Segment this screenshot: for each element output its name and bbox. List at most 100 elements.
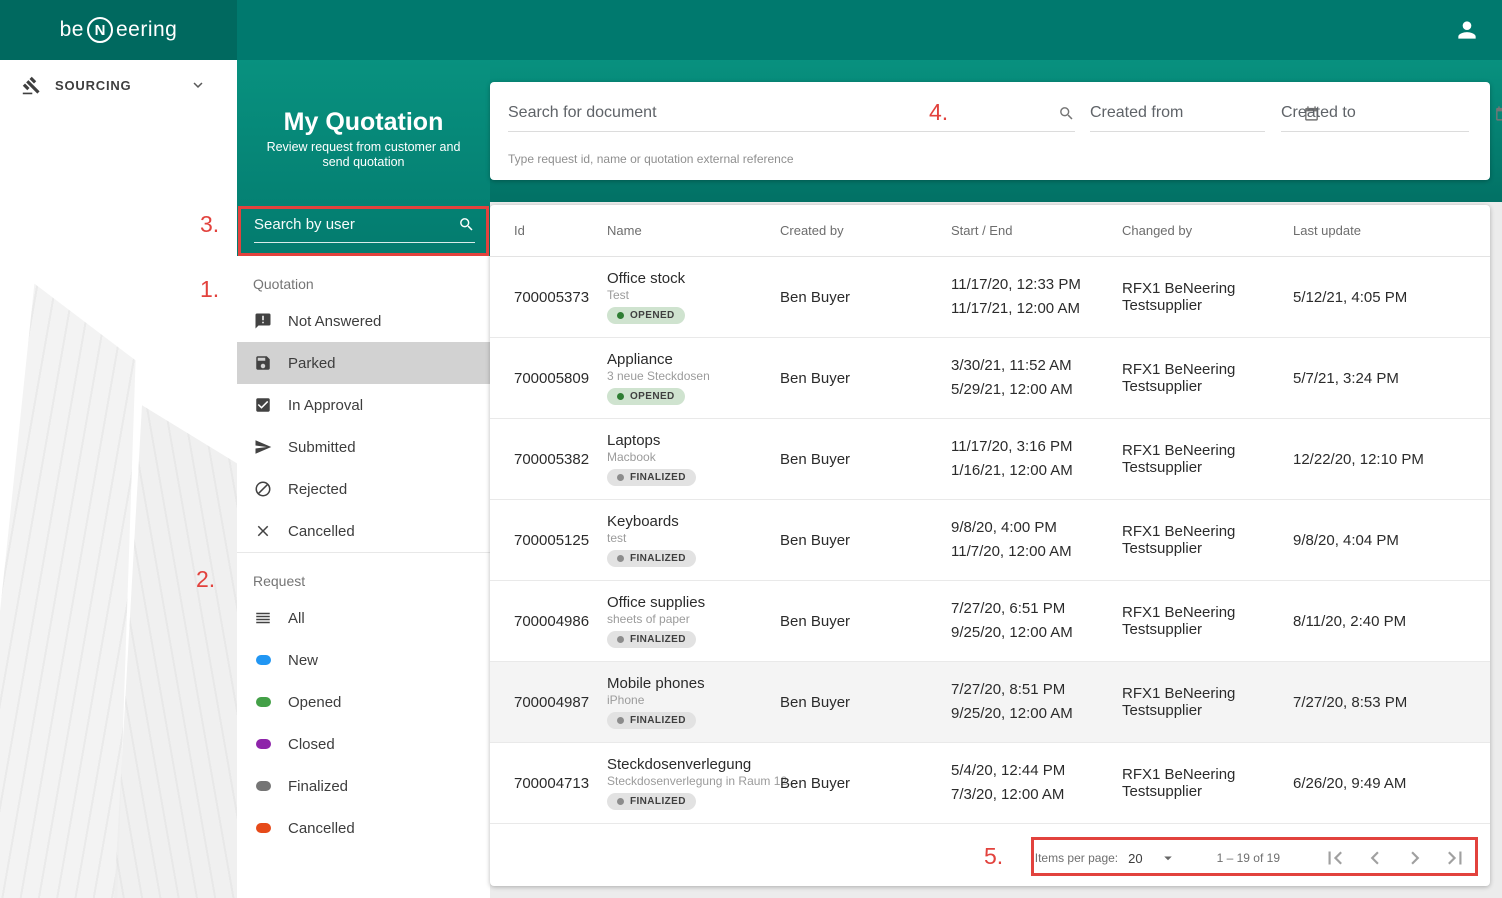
quotation-request-menu: Quotation Not Answered Parked In Approva…	[237, 256, 490, 898]
menu-item-parked[interactable]: Parked	[237, 342, 490, 384]
logo-text-post: eering	[116, 18, 177, 42]
row-subtitle: Steckdosenverlegung in Raum 12...	[607, 774, 780, 788]
document-search-input[interactable]	[508, 104, 1052, 122]
status-badge: FINALIZED	[607, 469, 696, 486]
status-pill-icon	[253, 818, 273, 838]
cell-created-by: Ben Buyer	[780, 532, 951, 549]
items-per-page-select[interactable]: 20	[1128, 849, 1176, 867]
page-subtitle: Review request from customer and send qu…	[242, 140, 485, 170]
status-badge: OPENED	[607, 388, 685, 405]
next-page-button[interactable]	[1402, 845, 1428, 871]
created-from-field[interactable]	[1090, 104, 1265, 132]
row-title: Mobile phones	[607, 675, 780, 692]
cell-id: 700005382	[514, 451, 607, 468]
cell-start-end: 11/17/20, 3:16 PM 1/16/21, 12:00 AM	[951, 435, 1122, 483]
row-subtitle: test	[607, 531, 780, 545]
menu-item-finalized[interactable]: Finalized	[237, 765, 490, 807]
row-subtitle: Test	[607, 288, 780, 302]
search-by-user-input[interactable]	[254, 216, 458, 233]
row-subtitle: iPhone	[607, 693, 780, 707]
status-pill-icon	[253, 776, 273, 796]
status-dot-icon	[617, 636, 624, 643]
table-row[interactable]: 700005373 Office stock Test OPENED Ben B…	[490, 257, 1490, 338]
cell-changed-by: RFX1 BeNeering Testsupplier	[1122, 604, 1293, 638]
cell-changed-by: RFX1 BeNeering Testsupplier	[1122, 685, 1293, 719]
document-search-field[interactable]	[508, 104, 1075, 132]
approval-icon	[253, 395, 273, 415]
created-from-input[interactable]	[1090, 104, 1297, 122]
left-sidebar: SOURCING	[0, 60, 237, 898]
menu-item-not-answered[interactable]: Not Answered	[237, 300, 490, 342]
account-icon[interactable]	[1454, 17, 1480, 43]
annotation-3: 3.	[200, 211, 219, 238]
calendar-icon[interactable]	[1494, 105, 1502, 122]
status-dot-icon	[617, 555, 624, 562]
status-badge: OPENED	[607, 307, 685, 324]
created-to-input[interactable]	[1281, 104, 1488, 122]
cell-id: 700004986	[514, 613, 607, 630]
row-title: Appliance	[607, 351, 780, 368]
feedback-icon	[253, 311, 273, 331]
cell-created-by: Ben Buyer	[780, 775, 951, 792]
row-title: Laptops	[607, 432, 780, 449]
logo-text-pre: be	[60, 18, 84, 42]
table-row[interactable]: 700005382 Laptops Macbook FINALIZED Ben …	[490, 419, 1490, 500]
table-row[interactable]: 700004987 Mobile phones iPhone FINALIZED…	[490, 662, 1490, 743]
cell-name: Steckdosenverlegung Steckdosenverlegung …	[607, 756, 780, 810]
menu-item-new[interactable]: New	[237, 639, 490, 681]
menu-item-submitted[interactable]: Submitted	[237, 426, 490, 468]
sidebar-item-sourcing[interactable]: SOURCING	[0, 60, 237, 110]
table-row[interactable]: 700004713 Steckdosenverlegung Steckdosen…	[490, 743, 1490, 824]
cell-start-end: 5/4/20, 12:44 PM 7/3/20, 12:00 AM	[951, 759, 1122, 807]
chevron-down-icon	[189, 76, 207, 94]
status-badge: FINALIZED	[607, 631, 696, 648]
cell-changed-by: RFX1 BeNeering Testsupplier	[1122, 442, 1293, 476]
column-header-start-end: Start / End	[951, 223, 1122, 238]
cell-created-by: Ben Buyer	[780, 289, 951, 306]
logo-circle-n: N	[87, 17, 113, 43]
menu-item-in-approval[interactable]: In Approval	[237, 384, 490, 426]
table-row[interactable]: 700005125 Keyboards test FINALIZED Ben B…	[490, 500, 1490, 581]
row-title: Steckdosenverlegung	[607, 756, 780, 773]
search-hint-text: Type request id, name or quotation exter…	[508, 152, 794, 166]
search-icon	[1058, 105, 1075, 122]
annotation-5: 5.	[984, 843, 1003, 870]
menu-item-opened[interactable]: Opened	[237, 681, 490, 723]
search-by-user-field[interactable]	[254, 216, 475, 243]
menu-item-closed[interactable]: Closed	[237, 723, 490, 765]
menu-item-cancelled[interactable]: Cancelled	[237, 807, 490, 849]
table-row[interactable]: 700005809 Appliance 3 neue Steckdosen OP…	[490, 338, 1490, 419]
cell-created-by: Ben Buyer	[780, 613, 951, 630]
items-per-page-label: Items per page:	[1035, 851, 1118, 865]
cell-id: 700004987	[514, 694, 607, 711]
row-title: Keyboards	[607, 513, 780, 530]
status-dot-icon	[617, 312, 624, 319]
cell-start-end: 7/27/20, 6:51 PM 9/25/20, 12:00 AM	[951, 597, 1122, 645]
row-subtitle: Macbook	[607, 450, 780, 464]
table-header-row: Id Name Created by Start / End Changed b…	[490, 205, 1490, 257]
menu-item-cancelled[interactable]: Cancelled	[237, 510, 490, 552]
cell-id: 700005125	[514, 532, 607, 549]
brand-logo: be N eering	[0, 0, 237, 60]
menu-section: Quotation Not Answered Parked In Approva…	[237, 256, 490, 552]
gavel-icon	[22, 76, 41, 95]
cell-last-update: 8/11/20, 2:40 PM	[1293, 613, 1490, 630]
close-icon	[253, 521, 273, 541]
previous-page-button[interactable]	[1362, 845, 1388, 871]
table-body: 700005373 Office stock Test OPENED Ben B…	[490, 257, 1490, 830]
page-range-label: 1 – 19 of 19	[1217, 851, 1280, 865]
cell-name: Office supplies sheets of paper FINALIZE…	[607, 594, 780, 648]
cell-changed-by: RFX1 BeNeering Testsupplier	[1122, 361, 1293, 395]
cell-changed-by: RFX1 BeNeering Testsupplier	[1122, 766, 1293, 800]
save-icon	[253, 353, 273, 373]
menu-item-rejected[interactable]: Rejected	[237, 468, 490, 510]
first-page-button[interactable]	[1322, 845, 1348, 871]
status-pill-icon	[253, 692, 273, 712]
block-icon	[253, 479, 273, 499]
menu-item-all[interactable]: All	[237, 597, 490, 639]
created-to-field[interactable]	[1281, 104, 1469, 132]
menu-section: Request All New Opened Closed Finalized …	[237, 552, 490, 849]
status-pill-icon	[253, 650, 273, 670]
table-row[interactable]: 700004986 Office supplies sheets of pape…	[490, 581, 1490, 662]
last-page-button[interactable]	[1442, 845, 1468, 871]
